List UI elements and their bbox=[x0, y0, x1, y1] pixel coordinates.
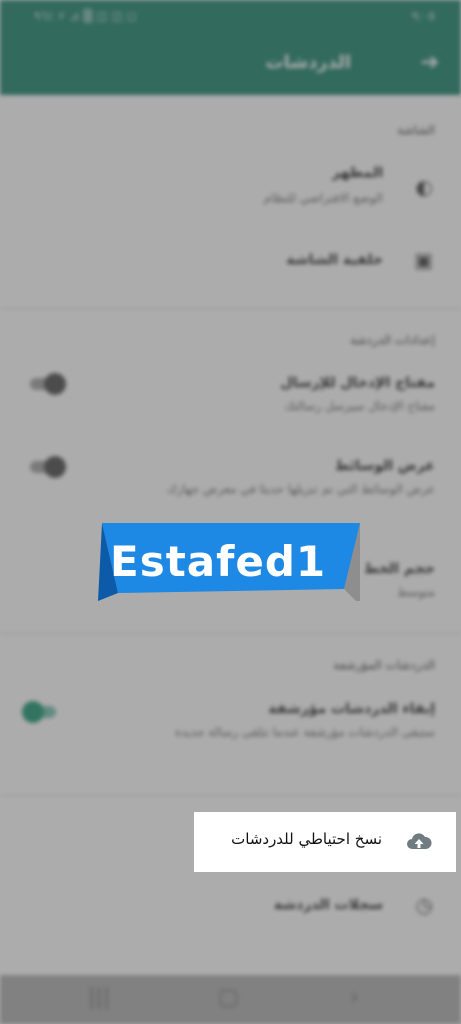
cloud-upload-icon bbox=[407, 833, 432, 849]
backup-chats-label: نسخ احتياطي للدردشات bbox=[231, 830, 382, 848]
watermark-text: Estafed1 bbox=[110, 537, 327, 586]
backup-chats-item[interactable]: نسخ احتياطي للدردشات bbox=[194, 812, 456, 872]
watermark-logo: Estafed1 bbox=[98, 523, 360, 605]
